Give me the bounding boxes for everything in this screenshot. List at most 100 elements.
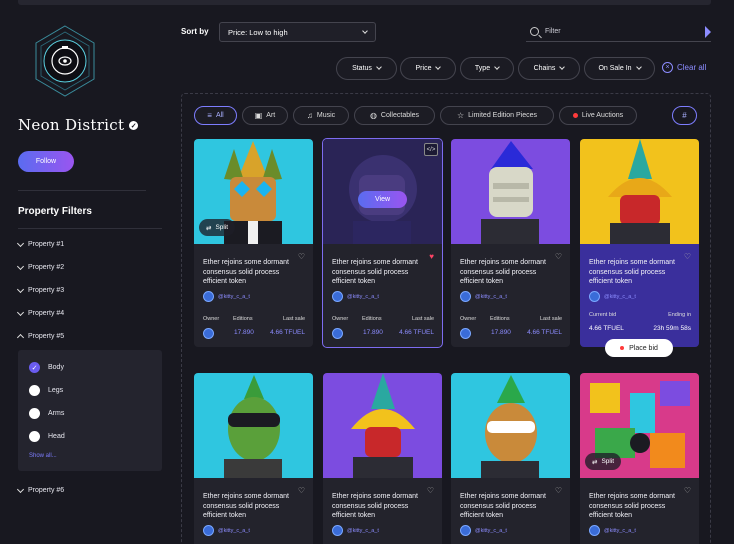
option-head[interactable]: Head <box>29 431 65 442</box>
nft-card-auction[interactable]: ♡ Ether rejoins some dormant consensus s… <box>580 139 699 347</box>
shuffle-icon: ⇄ <box>206 224 212 232</box>
close-icon: × <box>662 62 673 73</box>
avatar <box>203 291 214 302</box>
nft-card[interactable]: </> View ♥ Ether rejoins some dormant co… <box>322 138 443 348</box>
nft-card[interactable]: ♡ Ether rejoins some dormant consensus s… <box>194 373 313 544</box>
divider <box>18 228 162 229</box>
owner-avatar <box>332 328 343 339</box>
chevron-down-icon <box>16 308 25 317</box>
nft-artwork <box>451 139 570 244</box>
creator[interactable]: @kitty_c_a_t <box>589 291 636 302</box>
star-icon: ☆ <box>456 111 465 120</box>
follow-button[interactable]: Follow <box>18 151 74 172</box>
avatar <box>332 291 343 302</box>
view-button[interactable]: View <box>358 191 407 208</box>
creator[interactable]: @kitty_c_a_t <box>460 525 507 536</box>
grid-icon: # <box>682 111 687 120</box>
category-music[interactable]: ♫ Music <box>293 106 349 125</box>
radio-icon <box>29 431 40 442</box>
nft-card[interactable]: ♡ Ether rejoins some dormant consensus s… <box>451 373 570 544</box>
nft-card[interactable]: ⇄ Split ♡ Ether rejoins some dormant cons… <box>580 373 699 544</box>
live-dot-icon <box>572 113 578 118</box>
nft-artwork: </> View <box>323 139 442 244</box>
creator[interactable]: @kitty_c_a_t <box>203 291 250 302</box>
property-2-toggle[interactable]: Property #2 <box>16 262 64 271</box>
grid-view-button[interactable]: # <box>672 106 697 125</box>
place-bid-button[interactable]: Place bid <box>605 339 673 357</box>
nft-card[interactable]: ♡ Ether rejoins some dormant consensus s… <box>323 373 442 544</box>
price-dropdown[interactable]: Price <box>400 57 456 80</box>
nft-artwork: ⇄ Split <box>580 373 699 478</box>
option-arms[interactable]: Arms <box>29 408 64 419</box>
card-title: Ether rejoins some dormant consensus sol… <box>332 259 418 285</box>
check-icon: ✓ <box>29 362 40 373</box>
globe-icon: ◍ <box>369 111 377 120</box>
image-icon: ▣ <box>254 111 263 120</box>
chevron-down-icon <box>16 485 25 494</box>
nft-artwork: ⇄ Split <box>194 139 313 244</box>
property-filters-title: Property Filters <box>18 206 92 217</box>
page: Neon District ✓ Follow Property Filters … <box>0 0 734 544</box>
category-collectables[interactable]: ◍ Collectables <box>354 106 435 125</box>
split-button[interactable]: ⇄ Split <box>199 219 236 236</box>
nft-artwork <box>451 373 570 478</box>
card-title: Ether rejoins some dormant consensus sol… <box>203 259 289 285</box>
chevron-down-icon <box>16 239 25 248</box>
radio-icon <box>29 385 40 396</box>
brand-title: Neon District ✓ <box>18 116 139 134</box>
property-4-toggle[interactable]: Property #4 <box>16 308 64 317</box>
chevron-down-icon <box>362 28 368 34</box>
verified-icon: ✓ <box>129 120 139 130</box>
clear-all-button[interactable]: × Clear all <box>662 62 706 73</box>
chevron-up-icon <box>16 333 25 342</box>
list-icon: ≡ <box>207 111 212 120</box>
creator[interactable]: @kitty_c_a_t <box>460 291 507 302</box>
category-live-auctions[interactable]: Live Auctions <box>559 106 637 125</box>
card-title: Ether rejoins some dormant consensus sol… <box>203 493 289 519</box>
card-title: Ether rejoins some dormant consensus sol… <box>589 493 675 519</box>
nft-card[interactable]: ⇄ Split ♡ Ether rejoins some dormant cons… <box>194 139 313 347</box>
sort-select[interactable]: Price: Low to high <box>219 22 376 42</box>
sort-label: Sort by <box>181 27 209 36</box>
nft-card[interactable]: ♡ Ether rejoins some dormant consensus s… <box>451 139 570 347</box>
chains-dropdown[interactable]: Chains <box>518 57 580 80</box>
chevron-down-icon <box>16 262 25 271</box>
avatar <box>460 525 471 536</box>
live-dot-icon <box>620 346 625 350</box>
music-icon: ♫ <box>306 111 313 120</box>
property-3-toggle[interactable]: Property #3 <box>16 285 64 294</box>
on-sale-in-dropdown[interactable]: On Sale In <box>584 57 655 80</box>
filter-input[interactable]: Filter <box>526 22 711 42</box>
avatar <box>589 525 600 536</box>
embed-icon[interactable]: </> <box>424 143 438 156</box>
creator[interactable]: @kitty_c_a_t <box>332 525 379 536</box>
category-limited-edition[interactable]: ☆ Limited Edition Pieces <box>440 106 554 125</box>
nft-artwork <box>323 373 442 478</box>
show-all-link[interactable]: Show all... <box>29 453 57 459</box>
play-icon <box>705 26 711 38</box>
brand-name: Neon District <box>18 116 125 134</box>
category-art[interactable]: ▣ Art <box>242 106 288 125</box>
chevron-down-icon <box>435 64 442 70</box>
status-dropdown[interactable]: Status <box>336 57 397 80</box>
search-icon <box>530 27 539 36</box>
property-5-toggle[interactable]: Property #5 <box>16 333 64 342</box>
category-all[interactable]: ≡ All <box>194 106 237 125</box>
creator[interactable]: @kitty_c_a_t <box>589 525 636 536</box>
option-legs[interactable]: Legs <box>29 385 63 396</box>
type-dropdown[interactable]: Type <box>460 57 514 80</box>
creator[interactable]: @kitty_c_a_t <box>332 291 379 302</box>
option-body[interactable]: ✓ Body <box>29 362 64 373</box>
nft-artwork <box>580 139 699 244</box>
chevron-down-icon <box>376 64 382 70</box>
brand-logo <box>28 24 102 98</box>
creator[interactable]: @kitty_c_a_t <box>203 525 250 536</box>
property-6-toggle[interactable]: Property #6 <box>16 485 64 494</box>
split-button[interactable]: ⇄ Split <box>585 453 622 470</box>
owner-avatar <box>203 328 214 339</box>
owner-avatar <box>460 328 471 339</box>
card-title: Ether rejoins some dormant consensus sol… <box>460 259 546 285</box>
top-scrollbar[interactable] <box>18 0 711 5</box>
radio-icon <box>29 408 40 419</box>
property-1-toggle[interactable]: Property #1 <box>16 239 64 248</box>
